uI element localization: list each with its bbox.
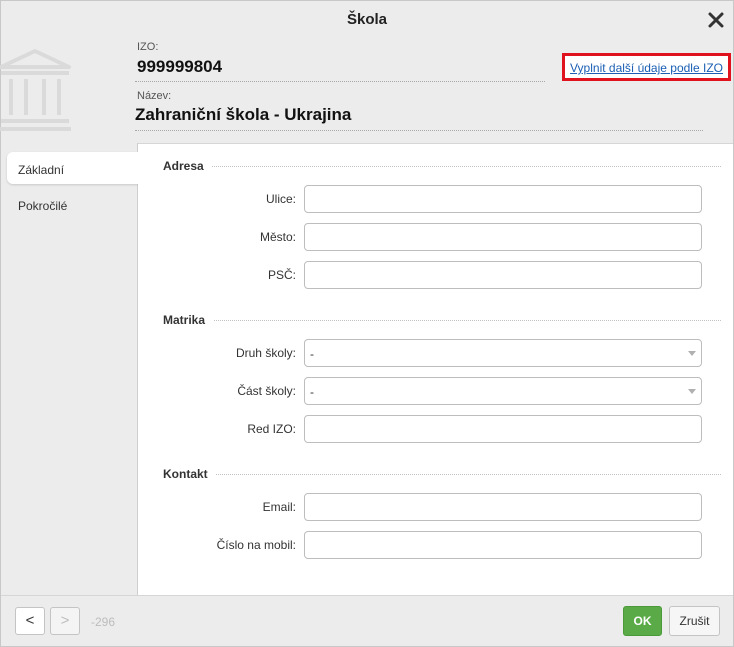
izo-underline [135,81,545,82]
city-label: Město: [259,230,296,244]
registry-section-divider [163,320,721,321]
dialog-footer: < > -296 OK Zrušit [1,595,733,646]
tab-sidebar: Základní Pokročilé [1,143,138,595]
fill-by-izo-link[interactable]: Vyplnit další údaje podle IZO [570,61,723,75]
ok-button[interactable]: OK [623,606,662,636]
tab-advanced[interactable]: Pokročilé [7,188,138,220]
email-input[interactable] [304,493,702,521]
red-izo-input[interactable] [304,415,702,443]
street-label: Ulice: [265,192,296,206]
izo-value: 999999804 [137,57,223,76]
school-type-value: - [310,347,314,361]
previous-record-button[interactable]: < [15,607,45,635]
address-section-divider [163,166,721,167]
fill-by-izo-highlight: Vyplnit další údaje podle IZO [562,53,731,81]
contact-section-divider [163,474,721,475]
school-name-underline [135,130,703,131]
tab-basic[interactable]: Základní [7,152,138,184]
school-part-label: Část školy: [237,384,296,398]
dialog-titlebar: Škola [1,1,733,39]
city-input[interactable] [304,223,702,251]
registry-section-title: Matrika [163,313,214,327]
school-dialog: Škola IZO: 999999804 Název: Zahraniční š… [0,0,734,647]
chevron-down-icon [688,351,696,356]
address-section-title: Adresa [163,159,212,173]
close-icon[interactable] [707,11,725,29]
chevron-down-icon [688,389,696,394]
school-building-icon [0,45,71,136]
cancel-button[interactable]: Zrušit [669,606,720,636]
mobile-input[interactable] [304,531,702,559]
email-label: Email: [262,500,296,514]
contact-section-title: Kontakt [163,467,216,481]
izo-label: IZO: [137,41,159,53]
school-type-label: Druh školy: [235,346,296,360]
school-name-label: Název: [137,90,172,102]
zip-input[interactable] [304,261,702,289]
street-input[interactable] [304,185,702,213]
school-name-value: Zahraniční škola - Ukrajina [135,105,352,124]
school-part-value: - [310,385,314,399]
mobile-label: Číslo na mobil: [216,538,296,552]
record-number: -296 [91,615,116,629]
school-header: IZO: 999999804 Název: Zahraniční škola -… [0,39,733,143]
next-record-button[interactable]: > [50,607,80,635]
dialog-title: Škola [346,11,388,28]
school-part-select[interactable]: - [304,377,702,405]
red-izo-label: Red IZO: [247,422,296,436]
school-type-select[interactable]: - [304,339,702,367]
zip-label: PSČ: [267,268,296,282]
form-content: Adresa Ulice: Město: PSČ: Matrika Druh š… [138,143,733,595]
